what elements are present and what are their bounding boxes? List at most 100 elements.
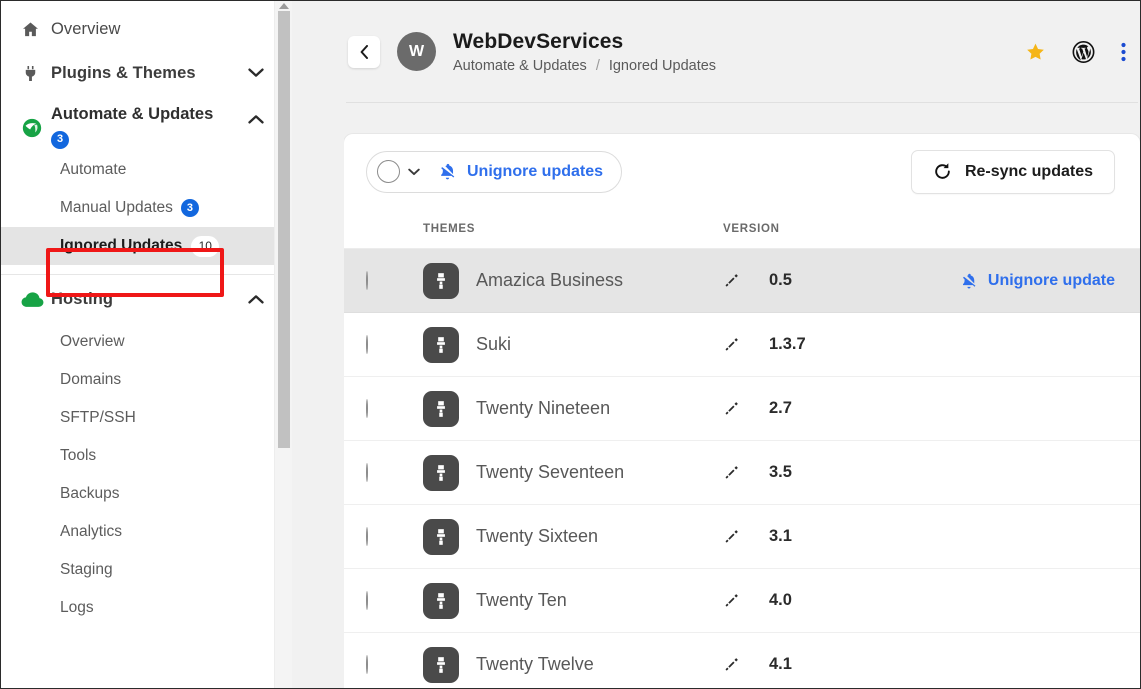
chevron-left-icon <box>360 44 368 59</box>
row-checkbox[interactable] <box>366 526 368 546</box>
circle-checkbox-icon[interactable] <box>377 160 400 183</box>
status-badge: 3 <box>180 199 199 217</box>
sidebar-item-logs[interactable]: Logs <box>1 589 292 627</box>
row-select-cell <box>366 398 423 418</box>
count-badge: 10 <box>191 235 220 257</box>
theme-name: Twenty Twelve <box>476 654 594 674</box>
breadcrumb: Automate & Updates / Ignored Updates <box>453 58 716 74</box>
brush-small-icon <box>723 272 749 289</box>
version-value: 0.5 <box>769 271 792 289</box>
breadcrumb-current[interactable]: Ignored Updates <box>609 58 716 74</box>
bell-off-icon <box>960 272 978 290</box>
sidebar-item-automate-updates[interactable]: Automate & Updates 3 <box>1 95 292 151</box>
table-toolbar: Unignore updates Re-sync updates <box>344 134 1140 209</box>
breadcrumb-parent[interactable]: Automate & Updates <box>453 58 587 74</box>
sidebar-item-overview[interactable]: Overview <box>1 7 292 51</box>
app-window: Overview Plugins & Themes Automate & Upd… <box>0 0 1141 689</box>
row-checkbox[interactable] <box>366 654 368 674</box>
more-options-icon[interactable] <box>1121 42 1126 61</box>
sidebar-item-backups[interactable]: Backups <box>1 475 292 513</box>
table-row[interactable]: Twenty Nineteen 2.7 <box>344 377 1140 441</box>
theme-cell: Amazica Business <box>423 262 723 299</box>
theme-cell: Twenty Twelve <box>423 646 723 683</box>
cloud-icon <box>21 291 51 308</box>
table-row[interactable]: Twenty Twelve 4.1 <box>344 633 1140 688</box>
sidebar-item-label: Logs <box>60 599 94 616</box>
theme-brush-icon <box>423 582 459 619</box>
row-checkbox[interactable] <box>366 398 368 418</box>
unignore-updates-bulk-button[interactable]: Unignore updates <box>438 162 603 181</box>
version-cell: 3.1 <box>723 527 928 546</box>
wordpress-icon[interactable] <box>1072 40 1095 63</box>
sidebar-item-label: Automate & Updates <box>51 105 214 123</box>
bulk-actions-control[interactable]: Unignore updates <box>366 150 623 193</box>
status-badge: 3 <box>51 130 69 149</box>
unignore-update-button[interactable]: Unignore update <box>960 272 1115 290</box>
resync-updates-button[interactable]: Re-sync updates <box>910 149 1115 194</box>
sidebar-item-manual-updates[interactable]: Manual Updates 3 <box>1 189 292 227</box>
theme-brush-icon <box>423 454 459 491</box>
back-button[interactable] <box>348 35 380 68</box>
sidebar-nav-top: Overview Plugins & Themes Automate & Upd… <box>1 1 292 627</box>
theme-brush-icon <box>423 326 459 363</box>
sidebar-scrollbar[interactable] <box>274 1 292 688</box>
version-value: 3.1 <box>769 527 792 545</box>
brush-small-icon <box>723 592 749 609</box>
chevron-up-icon[interactable] <box>248 291 264 307</box>
favorite-star-icon[interactable] <box>1025 41 1046 62</box>
chevron-down-icon[interactable] <box>248 65 264 81</box>
table-row[interactable]: Twenty Ten 4.0 <box>344 569 1140 633</box>
breadcrumb-separator: / <box>595 58 600 74</box>
sidebar-item-label: Tools <box>60 447 97 464</box>
table-row[interactable]: Twenty Seventeen 3.5 <box>344 441 1140 505</box>
title-block: WebDevServices Automate & Updates / Igno… <box>453 29 716 74</box>
sidebar-item-analytics[interactable]: Analytics <box>1 513 292 551</box>
sidebar-item-hosting-overview[interactable]: Overview <box>1 323 292 361</box>
sidebar-item-label: Staging <box>60 561 113 578</box>
automate-updates-text: Automate & Updates 3 <box>51 101 213 149</box>
version-value: 2.7 <box>769 399 792 417</box>
sidebar-item-ignored-updates[interactable]: Ignored Updates 10 <box>1 227 278 265</box>
sidebar-item-domains[interactable]: Domains <box>1 361 292 399</box>
version-cell: 4.0 <box>723 591 928 610</box>
theme-cell: Twenty Ten <box>423 582 723 619</box>
automate-icon <box>21 101 51 139</box>
theme-cell: Twenty Seventeen <box>423 454 723 491</box>
row-select-cell <box>366 334 423 354</box>
row-select-cell <box>366 526 423 546</box>
scroll-up-arrow-icon[interactable] <box>278 3 289 9</box>
resync-label: Re-sync updates <box>964 162 1093 180</box>
main-content: W WebDevServices Automate & Updates / Ig… <box>344 1 1140 688</box>
theme-name: Twenty Sixteen <box>476 526 599 546</box>
version-value: 4.0 <box>769 591 792 609</box>
table-row[interactable]: Twenty Sixteen 3.1 <box>344 505 1140 569</box>
chevron-up-icon[interactable] <box>248 111 264 127</box>
badge-wrap: 3 <box>51 129 213 149</box>
brush-small-icon <box>723 528 749 545</box>
row-checkbox[interactable] <box>366 462 368 482</box>
row-select-cell <box>366 590 423 610</box>
theme-brush-icon <box>423 646 459 683</box>
version-cell: 3.5 <box>723 463 928 482</box>
theme-cell: Twenty Sixteen <box>423 518 723 555</box>
row-checkbox[interactable] <box>366 270 368 290</box>
sidebar-item-plugins-themes[interactable]: Plugins & Themes <box>1 51 292 95</box>
sidebar-item-automate[interactable]: Automate <box>1 151 292 189</box>
sidebar-item-sftp-ssh[interactable]: SFTP/SSH <box>1 399 292 437</box>
unignore-update-label: Unignore update <box>987 271 1115 289</box>
header-actions <box>1025 40 1126 63</box>
sidebar-item-hosting[interactable]: Hosting <box>1 275 292 323</box>
theme-name: Twenty Ten <box>476 590 567 610</box>
table-row[interactable]: Suki 1.3.7 <box>344 313 1140 377</box>
chevron-down-icon[interactable] <box>408 168 420 176</box>
plug-icon <box>21 64 51 83</box>
page-header: W WebDevServices Automate & Updates / Ig… <box>344 1 1140 102</box>
row-checkbox[interactable] <box>366 590 368 610</box>
sidebar-scrollbar-thumb[interactable] <box>278 11 290 448</box>
table-row[interactable]: Amazica Business 0.5 Unignore update <box>344 249 1140 313</box>
sidebar-item-staging[interactable]: Staging <box>1 551 292 589</box>
sidebar-item-tools[interactable]: Tools <box>1 437 292 475</box>
row-checkbox[interactable] <box>366 334 368 354</box>
home-icon <box>21 20 51 39</box>
theme-brush-icon <box>423 262 459 299</box>
